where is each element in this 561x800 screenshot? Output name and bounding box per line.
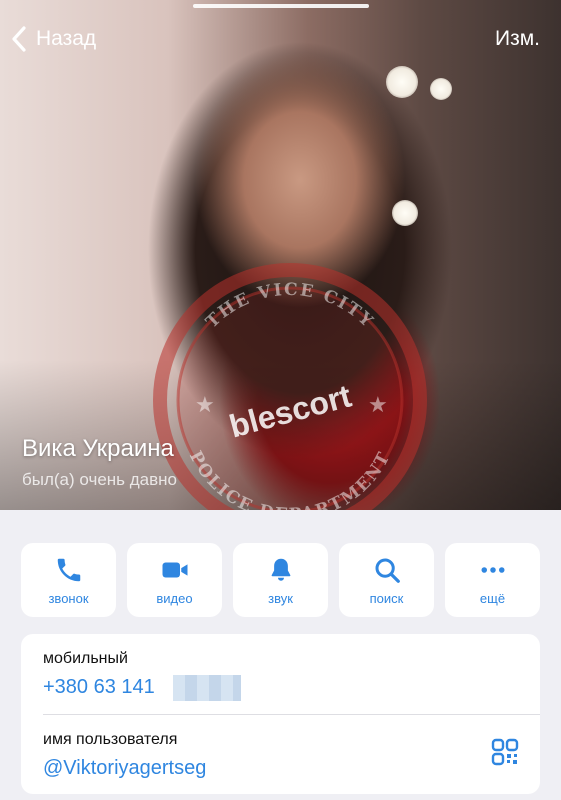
contact-name: Вика Украина [22, 435, 174, 462]
back-button[interactable]: Назад [10, 24, 96, 54]
search-button[interactable]: поиск [339, 543, 434, 617]
video-camera-icon [162, 562, 187, 577]
mobile-label: мобильный [43, 650, 128, 667]
mobile-number[interactable]: +380 63 141 [43, 676, 155, 699]
divider [43, 714, 540, 715]
bell-icon [271, 558, 290, 581]
redacted-digits [173, 675, 241, 701]
edit-button[interactable]: Изм. [495, 24, 540, 54]
more-dots-icon [481, 566, 504, 573]
video-label: видео [156, 590, 193, 606]
call-label: звонок [48, 590, 89, 606]
home-indicator [193, 4, 369, 8]
mirror-light [392, 200, 418, 226]
action-buttons: звонок видео звук поиск ещё [21, 543, 540, 617]
video-button[interactable]: видео [127, 543, 222, 617]
seal-star-left: ★ [195, 392, 215, 417]
last-seen-status: был(а) очень давно [22, 470, 177, 489]
chevron-left-icon [12, 26, 26, 52]
search-label: поиск [369, 590, 404, 606]
more-label: ещё [479, 590, 506, 606]
mirror-light [430, 78, 452, 100]
police-seal-watermark: THE VICE CITY POLICE DEPARTMENT ★ ★ bles… [153, 263, 427, 510]
phone-icon [57, 558, 80, 581]
qr-code-icon[interactable] [491, 738, 519, 766]
username-value[interactable]: @Viktoriyagertseg [43, 757, 206, 780]
more-button[interactable]: ещё [445, 543, 540, 617]
profile-photo[interactable]: THE VICE CITY POLICE DEPARTMENT ★ ★ bles… [0, 0, 561, 510]
contact-info-card: мобильный +380 63 141 имя пользователя @… [21, 634, 540, 794]
mirror-light [386, 66, 418, 98]
call-button[interactable]: звонок [21, 543, 116, 617]
search-icon [375, 558, 400, 583]
username-label: имя пользователя [43, 731, 178, 748]
sound-button[interactable]: звук [233, 543, 328, 617]
sound-label: звук [268, 590, 293, 606]
seal-star-right: ★ [368, 392, 388, 417]
back-label: Назад [36, 27, 97, 50]
